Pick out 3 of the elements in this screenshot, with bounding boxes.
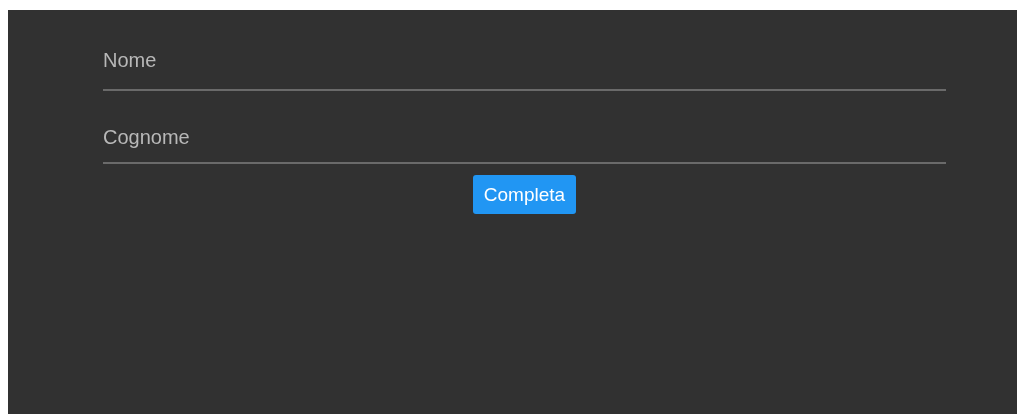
text-field[interactable]: Cognome <box>103 91 946 164</box>
submit-button[interactable]: Completa <box>472 175 577 214</box>
text-field[interactable]: Nome <box>103 10 946 91</box>
